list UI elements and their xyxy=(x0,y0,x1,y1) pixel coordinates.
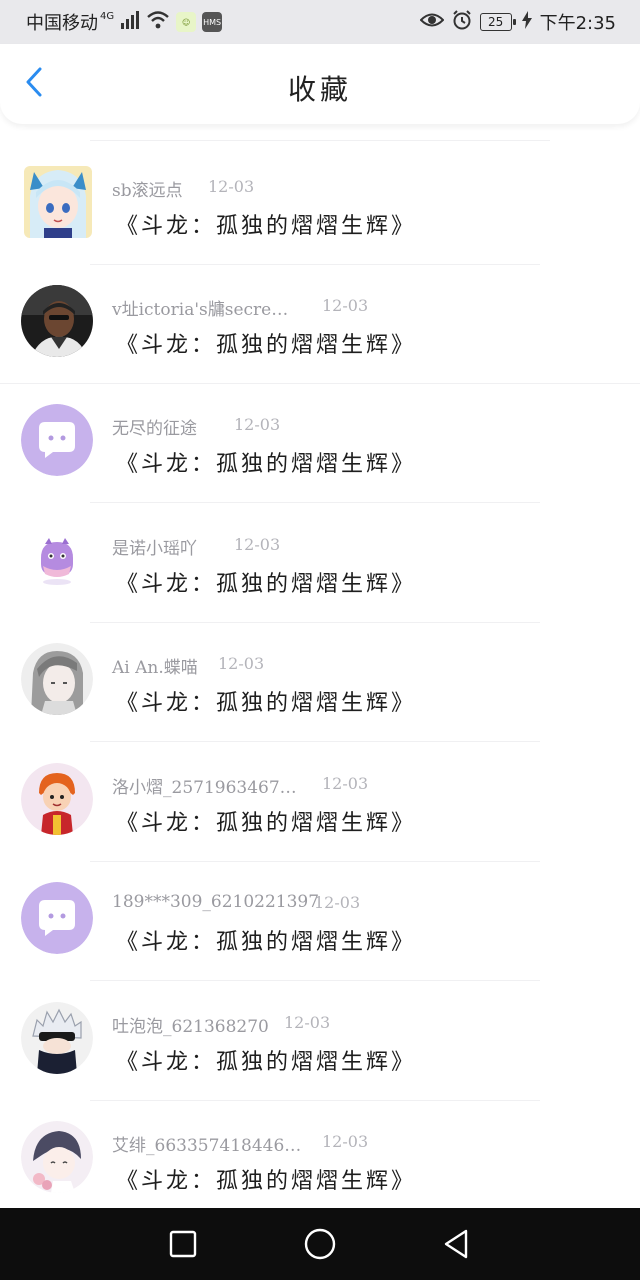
username: sb滚远点 xyxy=(112,181,183,201)
date: 12-03 xyxy=(322,1132,369,1151)
divider xyxy=(90,502,540,503)
story-title[interactable]: 《斗龙：孤独的熠熠生辉》 xyxy=(116,327,416,359)
clock: 下午2:35 xyxy=(539,13,616,34)
story-title[interactable]: 《斗龙：孤独的熠熠生辉》 xyxy=(116,1163,416,1195)
username: Ai An.蝶喵 xyxy=(112,658,198,678)
list-item[interactable]: 洛小熠_2571963467… 12-03 《斗龙：孤独的熠熠生辉》 xyxy=(0,743,640,862)
carrier-label: 中国移动 xyxy=(26,13,98,34)
date: 12-03 xyxy=(314,893,361,912)
triangle-back-icon xyxy=(442,1229,470,1263)
story-title[interactable]: 《斗龙：孤独的熠熠生辉》 xyxy=(116,1044,416,1076)
status-bar: 中国移动 4G ☺ HMS 25 下午2:35 xyxy=(0,0,640,44)
list-item[interactable]: v址ictoria's牗secre… 12-03 《斗龙：孤独的熠熠生辉》 xyxy=(0,265,640,384)
back-nav-button[interactable] xyxy=(436,1226,476,1266)
list-item[interactable]: Ai An.蝶喵 12-03 《斗龙：孤独的熠熠生辉》 xyxy=(0,623,640,742)
avatar[interactable] xyxy=(21,1002,93,1074)
divider xyxy=(90,741,540,742)
hms-icon: HMS xyxy=(202,12,223,32)
avatar[interactable] xyxy=(21,763,93,835)
avatar[interactable] xyxy=(21,285,93,357)
home-button[interactable] xyxy=(300,1226,340,1266)
date: 12-03 xyxy=(234,415,281,434)
status-left: 中国移动 4G ☺ HMS xyxy=(26,10,223,34)
status-right: 25 下午2:35 xyxy=(419,9,616,35)
avatar[interactable] xyxy=(21,882,93,954)
header: 收藏 xyxy=(0,44,640,124)
battery-icon: 25 xyxy=(479,13,516,31)
story-title[interactable]: 《斗龙：孤独的熠熠生辉》 xyxy=(116,924,416,956)
notification-app-icon: ☺ xyxy=(176,12,197,32)
story-title[interactable]: 《斗龙：孤独的熠熠生辉》 xyxy=(116,446,416,478)
list-item[interactable]: 是诺小瑶吖 12-03 《斗龙：孤独的熠熠生辉》 xyxy=(0,504,640,623)
list-item[interactable]: 吐泡泡_621368270 12-03 《斗龙：孤独的熠熠生辉》 xyxy=(0,982,640,1101)
username: 洛小熠_2571963467… xyxy=(112,778,297,798)
divider xyxy=(90,140,550,141)
username: 是诺小瑶吖 xyxy=(112,539,197,559)
username: v址ictoria's牗secre… xyxy=(112,300,289,320)
alarm-icon xyxy=(452,9,472,35)
network-type: 4G xyxy=(100,10,115,22)
circle-icon xyxy=(304,1228,336,1264)
story-title[interactable]: 《斗龙：孤独的熠熠生辉》 xyxy=(116,805,416,837)
eye-icon xyxy=(419,11,444,34)
divider xyxy=(90,980,540,981)
recents-button[interactable] xyxy=(163,1226,203,1266)
navigation-bar xyxy=(0,1208,640,1280)
wifi-icon xyxy=(146,10,170,34)
avatar[interactable] xyxy=(21,643,93,715)
username: 艾绯_663357418446… xyxy=(112,1136,302,1156)
signal-icon xyxy=(120,10,140,34)
username: 无尽的征途 xyxy=(112,419,197,439)
date: 12-03 xyxy=(234,535,281,554)
username: 189***309_6210221397 xyxy=(112,892,320,912)
list-item[interactable]: 189***309_6210221397 12-03 《斗龙：孤独的熠熠生辉》 xyxy=(0,862,640,981)
page-title: 收藏 xyxy=(287,73,352,106)
story-title[interactable]: 《斗龙：孤独的熠熠生辉》 xyxy=(116,566,416,598)
date: 12-03 xyxy=(322,774,369,793)
charging-icon xyxy=(521,10,532,34)
avatar[interactable] xyxy=(24,166,92,238)
list-item[interactable]: sb滚远点 12-03 《斗龙：孤独的熠熠生辉》 xyxy=(0,146,640,265)
avatar[interactable] xyxy=(21,524,93,596)
username: 吐泡泡_621368270 xyxy=(112,1017,269,1037)
story-title[interactable]: 《斗龙：孤独的熠熠生辉》 xyxy=(116,208,416,240)
date: 12-03 xyxy=(218,654,265,673)
date: 12-03 xyxy=(208,177,255,196)
square-icon xyxy=(169,1230,197,1262)
avatar[interactable] xyxy=(21,1121,93,1193)
date: 12-03 xyxy=(322,296,369,315)
list-item[interactable]: 无尽的征途 12-03 《斗龙：孤独的熠熠生辉》 xyxy=(0,384,640,503)
story-title[interactable]: 《斗龙：孤独的熠熠生辉》 xyxy=(116,685,416,717)
battery-level: 25 xyxy=(487,15,504,29)
favorites-list[interactable]: sb滚远点 12-03 《斗龙：孤独的熠熠生辉》 v址ictoria's牗sec… xyxy=(0,124,640,1208)
date: 12-03 xyxy=(284,1013,331,1032)
list-item[interactable]: 艾绯_663357418446… 12-03 《斗龙：孤独的熠熠生辉》 xyxy=(0,1101,640,1208)
avatar[interactable] xyxy=(21,404,93,476)
